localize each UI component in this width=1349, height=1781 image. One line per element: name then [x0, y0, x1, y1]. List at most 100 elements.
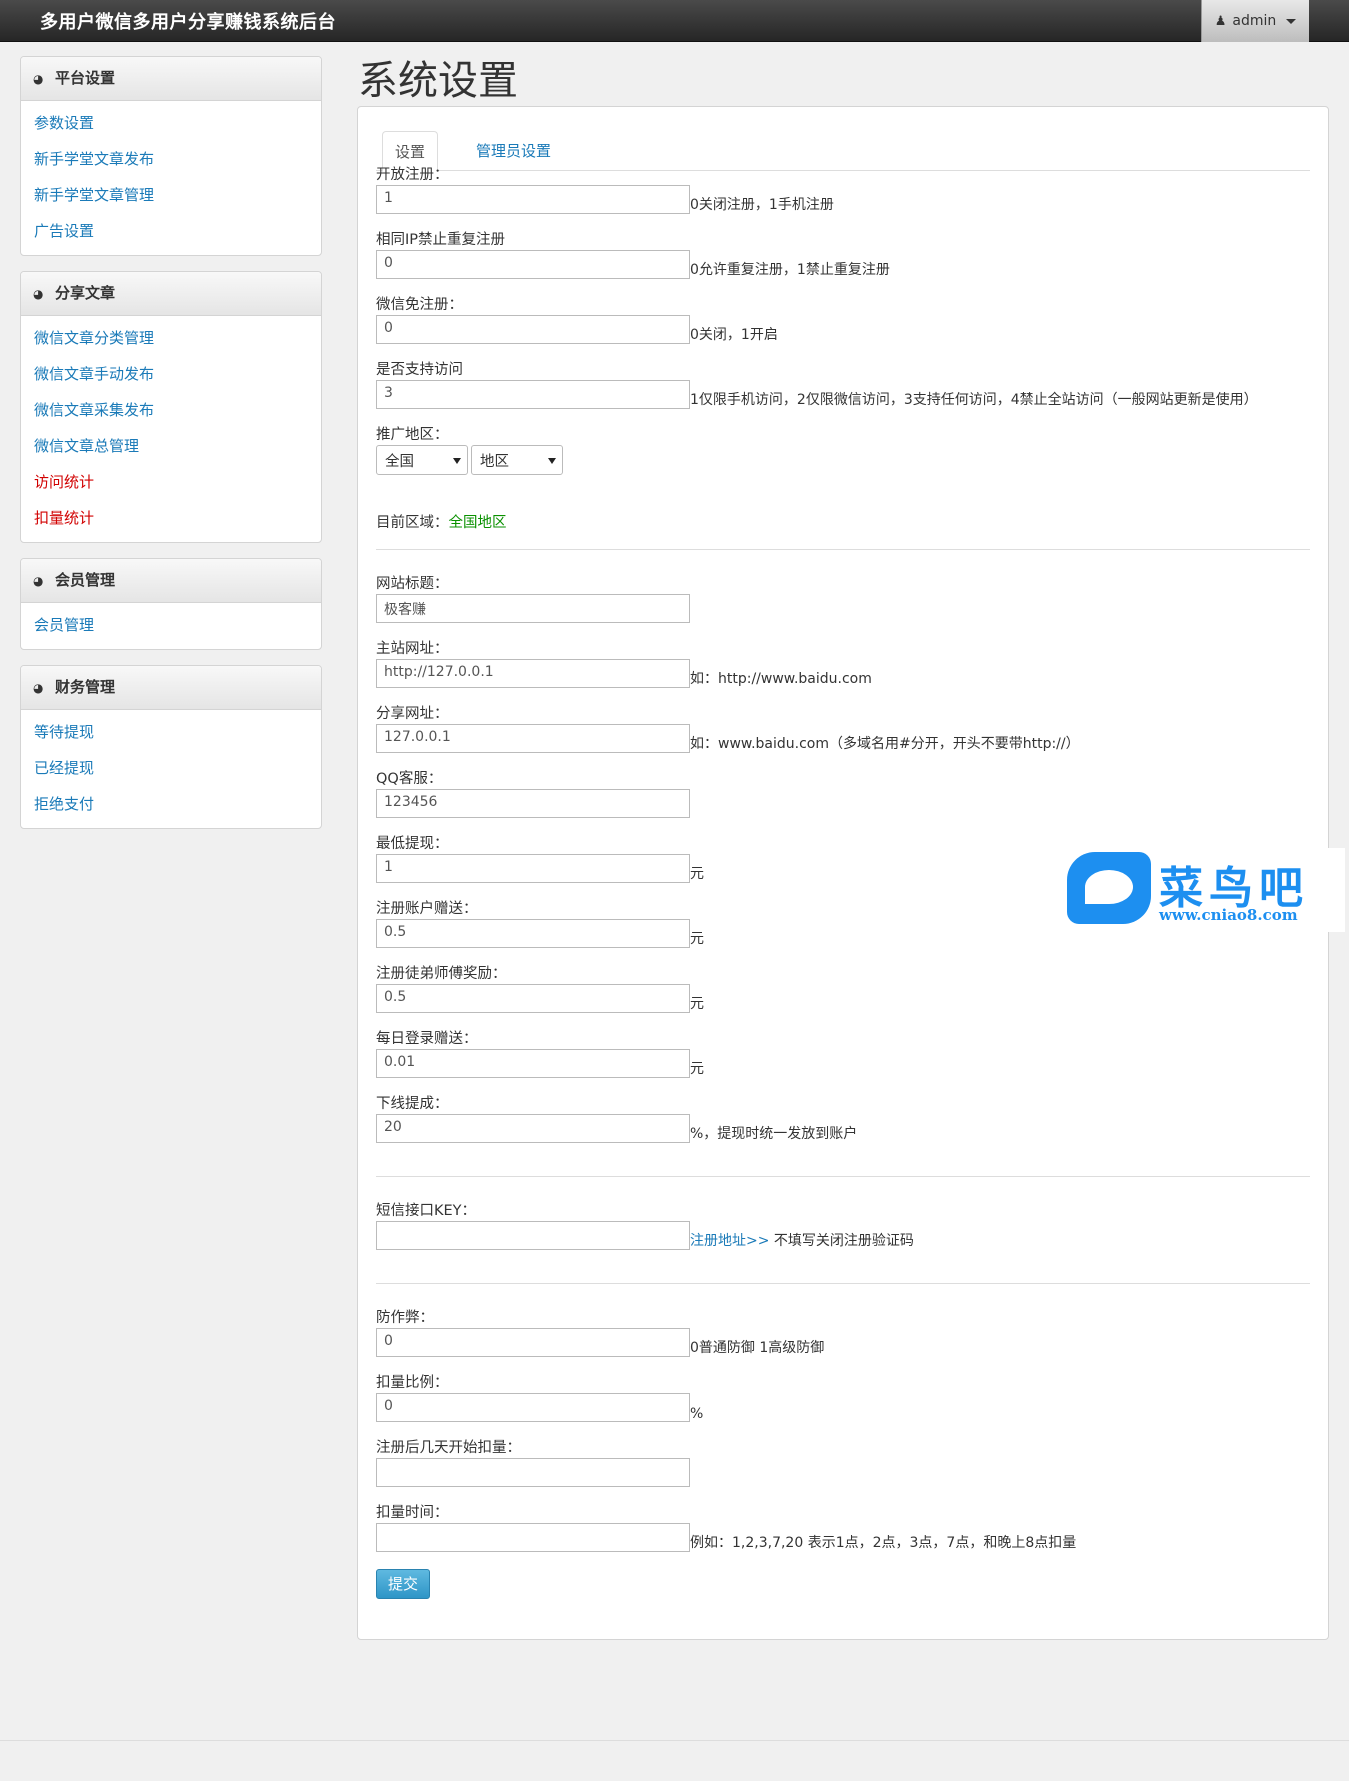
brand-title[interactable]: 多用户微信多用户分享赚钱系统后台: [40, 8, 336, 34]
divider: [376, 1176, 1310, 1177]
reg-gift-label: 注册账户赠送：: [376, 901, 478, 917]
dropdown-arrow-icon: [453, 458, 461, 464]
sidebar-panel-title[interactable]: ◕ 平台设置: [21, 57, 321, 101]
deduct-time-hint: 例如：1,2,3,7,20 表示1点，2点，3点，7点，和晚上8点扣量: [690, 1535, 1077, 1551]
sidebar-item[interactable]: 拒绝支付: [21, 786, 321, 822]
sidebar-item[interactable]: 微信文章总管理: [21, 428, 321, 464]
apprentice-input[interactable]: 0.5: [376, 984, 690, 1013]
sidebar-item[interactable]: 微信文章分类管理: [21, 320, 321, 356]
sidebar-item[interactable]: 已经提现: [21, 750, 321, 786]
daily-login-input[interactable]: 0.01: [376, 1049, 690, 1078]
share-url-hint: 如：www.baidu.com（多域名用#分开，开头不要带http://）: [690, 736, 1080, 752]
qq-label: QQ客服：: [376, 771, 443, 787]
country-select[interactable]: 全国: [376, 445, 468, 475]
sidebar-item[interactable]: 微信文章手动发布: [21, 356, 321, 392]
apprentice-hint: 元: [690, 996, 704, 1012]
sidebar-item[interactable]: 会员管理: [21, 607, 321, 643]
current-region-label: 目前区域：: [376, 515, 449, 531]
access-label: 是否支持访问: [376, 362, 463, 378]
sidebar-panel: ◕ 财务管理 等待提现 已经提现 拒绝支付: [20, 665, 322, 829]
sidebar-nav-list: 参数设置 新手学堂文章发布 新手学堂文章管理 广告设置: [21, 101, 321, 255]
sidebar-item[interactable]: 参数设置: [21, 105, 321, 141]
anti-cheat-hint: 0普通防御 1高级防御: [690, 1340, 825, 1356]
qq-input[interactable]: 123456: [376, 789, 690, 818]
top-navbar: 多用户微信多用户分享赚钱系统后台 ♟ admin: [0, 0, 1349, 42]
site-title-input[interactable]: 极客赚: [376, 594, 690, 623]
sms-key-input[interactable]: [376, 1221, 690, 1250]
share-url-label: 分享网址：: [376, 706, 449, 722]
current-region: 目前区域：全国地区: [376, 511, 507, 532]
sidebar-panel-label: 平台设置: [55, 69, 116, 87]
daily-login-label: 每日登录赠送：: [376, 1031, 478, 1047]
sms-register-link[interactable]: 注册地址>>: [690, 1233, 769, 1249]
current-region-value: 全国地区: [448, 515, 507, 531]
same-ip-hint: 0允许重复注册，1禁止重复注册: [690, 262, 890, 278]
sidebar-panel-title[interactable]: ◕ 财务管理: [21, 666, 321, 710]
open-reg-label: 开放注册：: [376, 167, 449, 183]
wechat-free-label: 微信免注册：: [376, 297, 463, 313]
divider: [376, 549, 1310, 550]
sidebar-item[interactable]: 新手学堂文章发布: [21, 141, 321, 177]
wechat-free-hint: 0关闭，1开启: [690, 327, 778, 343]
sidebar-item[interactable]: 等待提现: [21, 714, 321, 750]
sidebar: ◕ 平台设置 参数设置 新手学堂文章发布 新手学堂文章管理 广告设置 ◕ 分享文章 微信文章分类…: [20, 56, 322, 844]
deduct-time-label: 扣量时间：: [376, 1505, 449, 1521]
sidebar-panel-title[interactable]: ◕ 分享文章: [21, 272, 321, 316]
reg-gift-input[interactable]: 0.5: [376, 919, 690, 948]
bird-logo-icon: [1067, 852, 1151, 924]
sidebar-panel-label: 会员管理: [55, 571, 116, 589]
commission-hint: %，提现时统一发放到账户: [690, 1126, 858, 1142]
anti-cheat-input[interactable]: 0: [376, 1328, 690, 1357]
region-select[interactable]: 地区: [471, 445, 563, 475]
submit-button[interactable]: 提交: [376, 1569, 430, 1599]
sidebar-item[interactable]: 访问统计: [21, 464, 321, 500]
sidebar-panel: ◕ 平台设置参数设置 新手学堂文章发布 新手学堂文章管理 广告设置: [20, 56, 322, 256]
main-url-input[interactable]: http://127.0.0.1: [376, 659, 690, 688]
deduct-ratio-input[interactable]: 0: [376, 1393, 690, 1422]
open-reg-input[interactable]: 1: [376, 185, 690, 214]
reg-gift-hint: 元: [690, 931, 704, 947]
same-ip-label: 相同IP禁止重复注册: [376, 232, 506, 248]
min-withdraw-label: 最低提现：: [376, 836, 449, 852]
region-select-value: 地区: [480, 454, 509, 470]
min-withdraw-hint: 元: [690, 866, 704, 882]
anti-cheat-label: 防作弊：: [376, 1310, 434, 1326]
user-name: admin: [1232, 13, 1277, 29]
sidebar-item[interactable]: 广告设置: [21, 213, 321, 249]
footer-divider: [0, 1740, 1349, 1741]
caret-down-icon: [1286, 18, 1297, 24]
deduct-days-input[interactable]: [376, 1458, 690, 1487]
sidebar-panel: ◕ 会员管理 会员管理: [20, 558, 322, 650]
same-ip-input[interactable]: 0: [376, 250, 690, 279]
country-select-value: 全国: [385, 454, 414, 470]
commission-input[interactable]: 20: [376, 1114, 690, 1143]
user-menu-button[interactable]: ♟ admin: [1201, 0, 1309, 42]
min-withdraw-input[interactable]: 1: [376, 854, 690, 883]
dashboard-icon: ◕: [33, 574, 44, 588]
sidebar-item[interactable]: 新手学堂文章管理: [21, 177, 321, 213]
sidebar-item[interactable]: 扣量统计: [21, 500, 321, 536]
share-url-input[interactable]: 127.0.0.1: [376, 724, 690, 753]
tab-admin-settings[interactable]: 管理员设置: [464, 131, 563, 172]
page-title: 系统设置: [358, 58, 518, 104]
wechat-free-input[interactable]: 0: [376, 315, 690, 344]
access-hint: 1仅限手机访问，2仅限微信访问，3支持任何访问，4禁止全站访问（一般网站更新是使…: [690, 392, 1258, 408]
deduct-time-input[interactable]: [376, 1523, 690, 1552]
watermark-url: www.cniao8.com: [1159, 906, 1298, 924]
sidebar-item[interactable]: 微信文章采集发布: [21, 392, 321, 428]
sms-key-hint: 不填写关闭注册验证码: [769, 1233, 914, 1249]
deduct-ratio-hint: %: [690, 1406, 704, 1422]
dashboard-icon: ◕: [33, 72, 44, 86]
sms-key-label: 短信接口KEY：: [376, 1203, 477, 1219]
commission-label: 下线提成：: [376, 1096, 449, 1112]
access-input[interactable]: 3: [376, 380, 690, 409]
divider: [376, 1283, 1310, 1284]
sidebar-panel-title[interactable]: ◕ 会员管理: [21, 559, 321, 603]
sidebar-panel-label: 分享文章: [55, 284, 116, 302]
region-label: 推广地区：: [376, 427, 449, 443]
dropdown-arrow-icon: [548, 458, 556, 464]
sidebar-nav-list: 等待提现 已经提现 拒绝支付: [21, 710, 321, 828]
tab-bar: 设置 管理员设置: [376, 127, 1310, 172]
user-icon: ♟: [1214, 13, 1227, 29]
sidebar-panel-label: 财务管理: [55, 678, 116, 696]
